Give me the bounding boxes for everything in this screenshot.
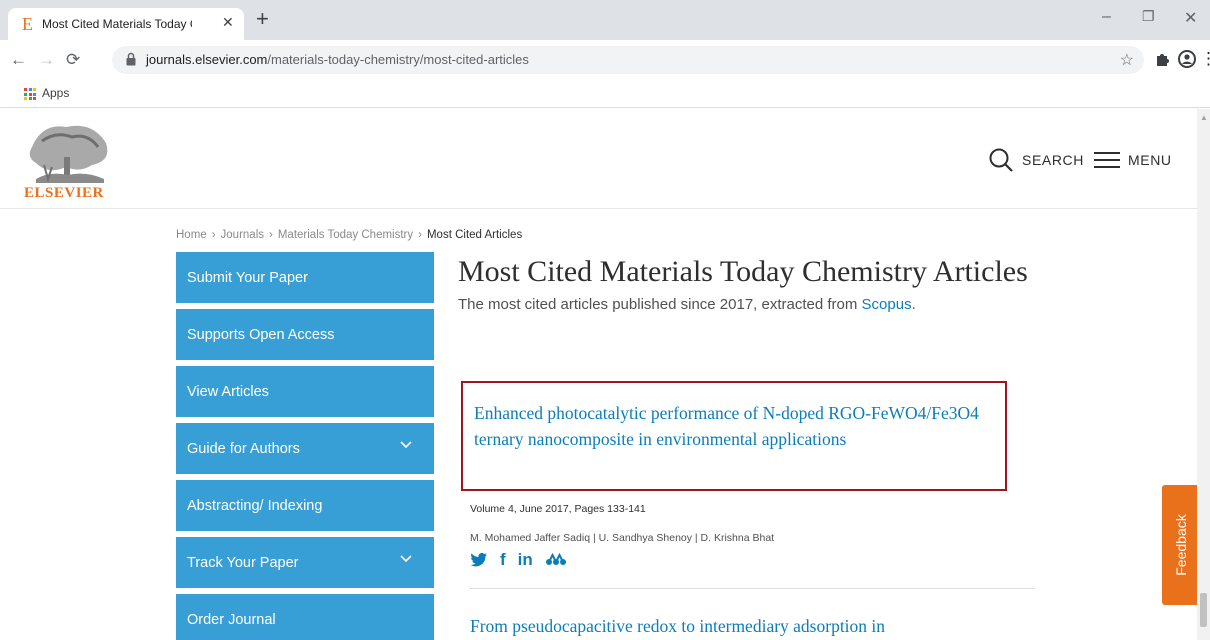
new-tab-button[interactable]: + (256, 8, 269, 30)
share-bar: f in (470, 550, 567, 570)
apps-grid-icon[interactable] (24, 88, 36, 100)
forward-icon[interactable]: → (38, 50, 55, 70)
menu-button[interactable]: MENU (1094, 147, 1172, 173)
article-title-link[interactable]: From pseudocapacitive redox to intermedi… (470, 616, 1050, 637)
page-title: Most Cited Materials Today Chemistry Art… (458, 255, 1028, 288)
scroll-up-arrow-icon[interactable]: ▲ (1200, 113, 1208, 122)
scroll-thumb[interactable] (1200, 593, 1207, 627)
chevron-down-icon (400, 555, 412, 563)
chevron-down-icon (400, 441, 412, 449)
breadcrumb: Home › Journals › Materials Today Chemistry ›… (176, 229, 522, 241)
close-window-icon[interactable]: ✕ (1184, 8, 1197, 28)
elsevier-favicon-icon: E (22, 14, 33, 34)
nav-label: Order Journal (187, 612, 276, 628)
search-button[interactable]: SEARCH (988, 147, 1084, 173)
breadcrumb-separator: › (211, 229, 216, 241)
breadcrumb-current: Most Cited Articles (426, 229, 523, 241)
article-divider (470, 588, 1035, 589)
page-scrollbar[interactable]: ▲ (1197, 109, 1210, 640)
more-menu-icon[interactable]: ⋮ (1200, 49, 1210, 69)
nav-label: Supports Open Access (187, 327, 335, 343)
intro-text: The most cited articles published since … (458, 296, 1038, 313)
web-page: ELSEVIER SEARCH MENU Home › Journals › Mater… (0, 109, 1210, 640)
puzzle-icon[interactable] (1154, 51, 1170, 67)
browser-tab-bar: E Most Cited Materials Today Chem ✕ + – … (0, 0, 1210, 40)
scopus-link[interactable]: Scopus (862, 296, 912, 313)
nav-label: Abstracting/ Indexing (187, 498, 323, 514)
url-domain: journals.elsevier.com (146, 52, 268, 67)
mendeley-icon[interactable] (545, 553, 567, 567)
reload-icon[interactable]: ⟳ (66, 50, 80, 70)
nav-submit-paper[interactable]: Submit Your Paper (176, 252, 434, 303)
highlighted-article-box: Enhanced photocatalytic performance of N… (461, 381, 1007, 491)
address-bar[interactable]: journals.elsevier.com/materials-today-ch… (112, 46, 1144, 74)
url-text[interactable]: journals.elsevier.com/materials-today-ch… (146, 52, 529, 67)
breadcrumb-journal[interactable]: Materials Today Chemistry (278, 229, 413, 241)
article-volume: Volume 4, June 2017, Pages 133-141 (470, 503, 646, 515)
nav-view-articles[interactable]: View Articles (176, 366, 434, 417)
nav-label: Track Your Paper (187, 555, 299, 571)
hamburger-icon (1094, 152, 1120, 168)
breadcrumb-separator: › (418, 229, 422, 241)
breadcrumb-journals[interactable]: Journals (221, 229, 264, 241)
nav-label: Submit Your Paper (187, 270, 308, 286)
journal-sidenav: Submit Your Paper Supports Open Access V… (176, 252, 434, 640)
article-authors: M. Mohamed Jaffer Sadiq | U. Sandhya She… (470, 532, 775, 544)
account-icon[interactable] (1178, 50, 1196, 68)
linkedin-icon[interactable]: in (518, 550, 533, 570)
nav-order-journal[interactable]: Order Journal (176, 594, 434, 640)
nav-abstracting-indexing[interactable]: Abstracting/ Indexing (176, 480, 434, 531)
browser-tab[interactable]: E Most Cited Materials Today Chem ✕ (8, 8, 244, 40)
twitter-icon[interactable] (470, 552, 488, 568)
nav-label: Guide for Authors (187, 441, 300, 457)
intro-sentence: The most cited articles published since … (458, 296, 858, 313)
feedback-tab[interactable]: Feedback (1162, 485, 1200, 605)
site-header: ELSEVIER SEARCH MENU (0, 109, 1197, 209)
bookmark-star-icon[interactable]: ☆ (1120, 50, 1134, 70)
tab-close-icon[interactable]: ✕ (222, 14, 234, 31)
maximize-icon[interactable]: ❐ (1142, 8, 1155, 25)
nav-open-access[interactable]: Supports Open Access (176, 309, 434, 360)
article-title-link[interactable]: Enhanced photocatalytic performance of N… (474, 400, 1004, 452)
search-icon (989, 148, 1013, 172)
url-path: /materials-today-chemistry/most-cited-ar… (267, 52, 529, 67)
breadcrumb-home[interactable]: Home (176, 229, 207, 241)
elsevier-wordmark: ELSEVIER (24, 185, 104, 201)
intro-period: . (911, 296, 916, 313)
apps-bookmark[interactable]: Apps (42, 86, 69, 100)
tab-title: Most Cited Materials Today Chem (42, 17, 192, 31)
minimize-icon[interactable]: – (1102, 8, 1111, 26)
breadcrumb-separator: › (269, 229, 273, 241)
bookmarks-bar: Apps (0, 80, 1210, 108)
facebook-icon[interactable]: f (500, 550, 506, 570)
lock-icon (126, 52, 136, 66)
browser-toolbar: ← → ⟳ journals.elsevier.com/materials-to… (0, 40, 1210, 80)
nav-guide-for-authors[interactable]: Guide for Authors (176, 423, 434, 474)
feedback-label: Feedback (1173, 514, 1189, 576)
nav-track-paper[interactable]: Track Your Paper (176, 537, 434, 588)
main-content: Most Cited Materials Today Chemistry Art… (458, 252, 1038, 636)
search-label: SEARCH (1022, 152, 1084, 168)
nav-label: View Articles (187, 384, 269, 400)
menu-label: MENU (1128, 152, 1172, 168)
back-icon[interactable]: ← (10, 50, 27, 70)
